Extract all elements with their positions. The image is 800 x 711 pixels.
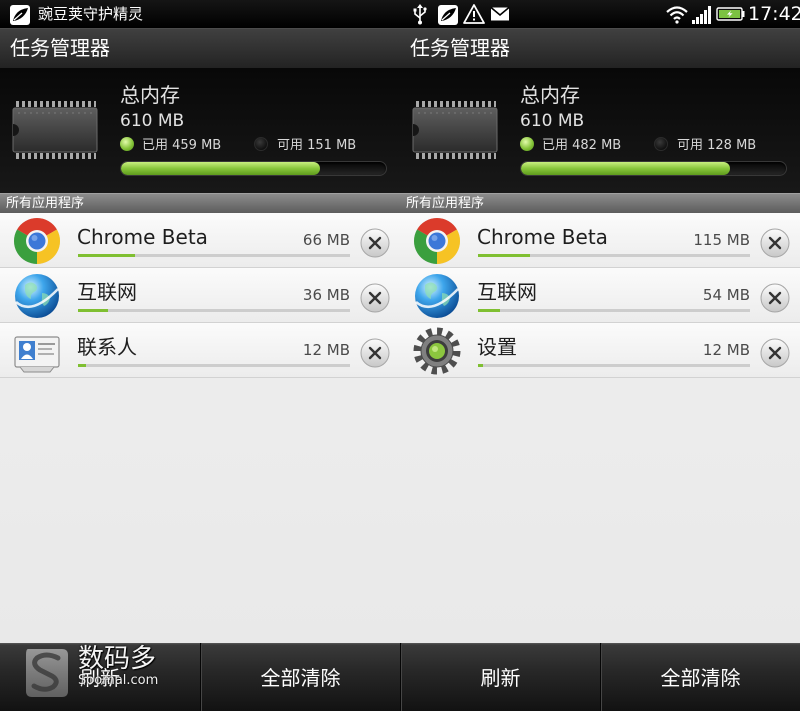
free-legend-dot	[254, 137, 268, 151]
app-row-internet[interactable]: 互联网 54 MB	[400, 268, 800, 323]
app-usage-fill	[78, 254, 136, 257]
memory-usage-bar	[120, 161, 387, 176]
section-header: 所有应用程序	[0, 193, 400, 213]
app-list: Chrome Beta 66 MB 互联网 36 MB 联系人 12 MB	[0, 213, 400, 378]
bottom-action-bar: 刷新 全部清除 刷新 全部清除	[0, 643, 800, 711]
memory-usage-bar	[520, 161, 787, 176]
memory-usage-fill	[121, 162, 320, 175]
total-memory-value: 610 MB	[120, 111, 185, 131]
app-memory-size: 12 MB	[702, 341, 750, 359]
signal-icon	[692, 6, 711, 24]
app-memory-size: 115 MB	[693, 231, 750, 249]
app-name: 互联网	[477, 280, 537, 304]
app-name: Chrome Beta	[77, 225, 208, 249]
close-app-button[interactable]	[760, 283, 790, 313]
app-usage-fill	[478, 309, 500, 312]
contacts-icon	[14, 336, 60, 373]
app-memory-size: 54 MB	[702, 286, 750, 304]
panel-header: 任务管理器	[400, 28, 800, 68]
pea-leaf-icon	[438, 5, 458, 25]
app-row-internet[interactable]: 互联网 36 MB	[0, 268, 400, 323]
app-name: 设置	[477, 335, 517, 359]
clear-all-button-left[interactable]: 全部清除	[200, 643, 400, 711]
globe-icon	[415, 274, 459, 318]
app-usage-bar	[78, 309, 350, 312]
free-legend-dot	[654, 137, 668, 151]
section-label: 所有应用程序	[6, 196, 85, 211]
wifi-icon	[666, 6, 688, 24]
task-manager-panel-right: 任务管理器 总内存 610 MB 已用 482 MB 可用 128 MB 所有应…	[400, 28, 800, 643]
total-memory-value: 610 MB	[520, 111, 585, 131]
used-legend-dot	[120, 137, 134, 151]
app-name: 互联网	[77, 280, 137, 304]
app-row-settings[interactable]: 设置 12 MB	[400, 323, 800, 378]
app-usage-fill	[78, 309, 108, 312]
mail-icon	[490, 6, 510, 21]
usb-icon	[413, 4, 427, 25]
app-usage-bar	[478, 309, 750, 312]
warning-icon	[463, 4, 485, 24]
chrome-icon	[13, 217, 61, 264]
section-header: 所有应用程序	[400, 193, 800, 213]
close-app-button[interactable]	[760, 228, 790, 258]
app-row-contacts[interactable]: 联系人 12 MB	[0, 323, 400, 378]
section-label: 所有应用程序	[406, 196, 485, 211]
app-memory-size: 36 MB	[302, 286, 350, 304]
app-usage-bar	[478, 364, 750, 367]
memory-summary: 总内存 610 MB 已用 459 MB 可用 151 MB	[0, 68, 400, 193]
used-memory-text: 已用 459 MB	[142, 138, 222, 153]
free-memory-text: 可用 151 MB	[277, 138, 357, 153]
status-bar[interactable]: 豌豆荚守护精灵 17:42	[0, 0, 800, 28]
app-memory-size: 12 MB	[302, 341, 350, 359]
app-row-chrome-beta[interactable]: Chrome Beta 66 MB	[0, 213, 400, 268]
app-usage-bar	[78, 364, 350, 367]
memory-chip-icon	[412, 101, 498, 159]
task-manager-panel-left: 任务管理器 总内存 610 MB 已用 459 MB 可用 151 MB 所有应…	[0, 28, 400, 643]
close-app-button[interactable]	[360, 228, 390, 258]
clear-all-button-right[interactable]: 全部清除	[600, 643, 800, 711]
page-title: 任务管理器	[410, 36, 510, 60]
app-name: 联系人	[77, 335, 137, 359]
chrome-icon	[413, 217, 461, 264]
refresh-button-left[interactable]: 刷新	[0, 643, 200, 711]
app-usage-bar	[478, 254, 750, 257]
app-usage-bar	[78, 254, 350, 257]
memory-summary: 总内存 610 MB 已用 482 MB 可用 128 MB	[400, 68, 800, 193]
pea-leaf-icon	[10, 5, 30, 25]
clock-time: 17:42	[748, 3, 800, 25]
app-usage-fill	[78, 364, 87, 367]
memory-chip-icon	[12, 101, 98, 159]
app-memory-size: 66 MB	[302, 231, 350, 249]
notification-app-name: 豌豆荚守护精灵	[38, 5, 144, 23]
total-memory-label: 总内存	[520, 83, 580, 107]
app-name: Chrome Beta	[477, 225, 608, 249]
app-usage-fill	[478, 364, 484, 367]
app-row-chrome-beta[interactable]: Chrome Beta 115 MB	[400, 213, 800, 268]
refresh-button-right[interactable]: 刷新	[400, 643, 600, 711]
used-memory-text: 已用 482 MB	[542, 138, 622, 153]
close-app-button[interactable]	[360, 283, 390, 313]
page-title: 任务管理器	[10, 36, 110, 60]
free-memory-text: 可用 128 MB	[677, 138, 757, 153]
panel-header: 任务管理器	[0, 28, 400, 68]
battery-icon	[716, 7, 745, 21]
memory-usage-fill	[521, 162, 731, 175]
close-app-button[interactable]	[760, 338, 790, 368]
app-usage-fill	[478, 254, 530, 257]
used-legend-dot	[520, 137, 534, 151]
close-app-button[interactable]	[360, 338, 390, 368]
globe-icon	[15, 274, 59, 318]
settings-gear-icon	[413, 327, 461, 375]
total-memory-label: 总内存	[120, 83, 180, 107]
app-list: Chrome Beta 115 MB 互联网 54 MB 设置 12 MB	[400, 213, 800, 378]
